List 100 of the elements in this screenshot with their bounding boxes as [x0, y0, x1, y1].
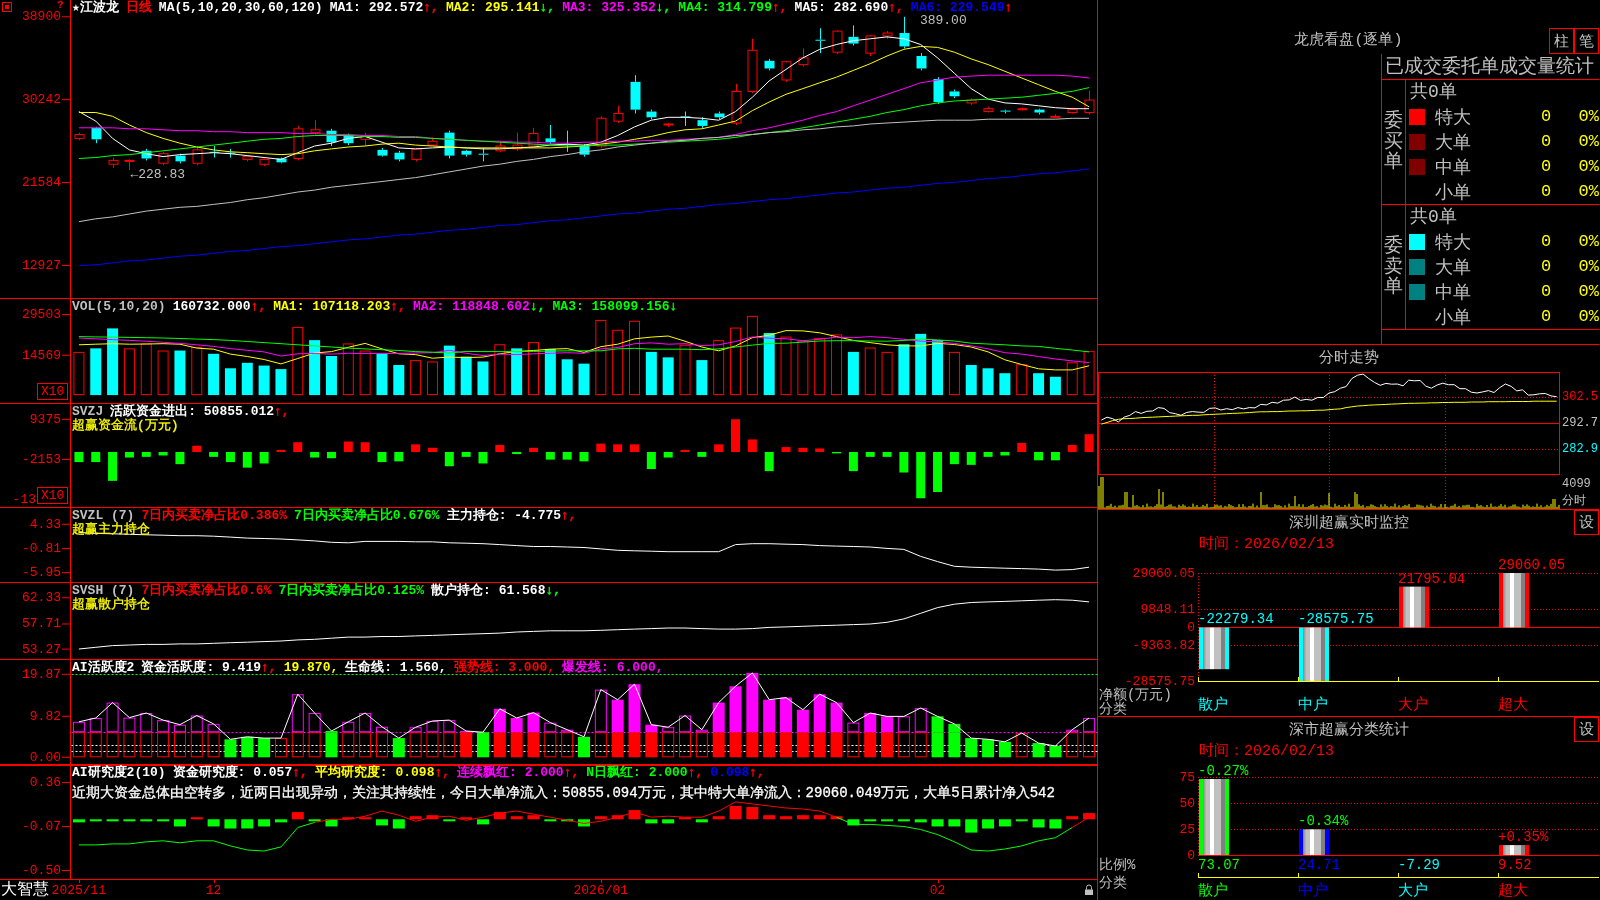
legend-text: 爆发线: 6.000, — [562, 661, 664, 675]
trend-arrow: ↓, — [529, 300, 546, 314]
legend-text: 7日内买卖净占比0.676% — [294, 509, 440, 523]
data-label: 29060.05 — [1498, 557, 1566, 573]
change-label: +0.35% — [1498, 829, 1549, 846]
app-logo: 大智慧 — [0, 880, 49, 900]
trend-arrow: ↓, — [539, 1, 556, 15]
axis-tick-label: 14569 — [22, 347, 61, 363]
axis-tick-label: 29503 — [22, 306, 61, 322]
legend-text: 主力持仓: -4.775 — [446, 509, 562, 523]
data-label: 24.71 — [1298, 857, 1340, 873]
change-label: -0.27% — [1198, 763, 1249, 779]
legend-text: 0.098 — [710, 766, 750, 780]
legend-text: 强势线: 3.000, — [453, 661, 556, 675]
axis-tick-label: 62.33 — [22, 590, 61, 606]
legend-text: 连续飘红: 2.000 — [457, 766, 564, 780]
axis-tick-label: 0 — [1187, 619, 1195, 635]
trend-arrow: ↑, — [888, 1, 904, 15]
legend-text: AI研究度2(10) — [72, 766, 166, 780]
legend-text: 生命线: 1.560, — [345, 661, 447, 675]
axis-tick-label: -0.81 — [22, 540, 61, 556]
order-percent: 0% — [1577, 157, 1599, 176]
legend-text: MA1: 292.572 — [329, 1, 424, 15]
axis-tick-label: 30242 — [22, 92, 61, 108]
order-percent: 0% — [1577, 282, 1599, 301]
axis-tick-label: 4.33 — [29, 516, 61, 532]
data-label: -22279.34 — [1198, 611, 1274, 628]
legend-text: MA3: 158099.156 — [552, 300, 670, 314]
trend-arrow: ↑, — [561, 509, 577, 523]
section-title: 深圳超赢实时监控 — [1288, 513, 1409, 532]
trend-arrow: ↑, — [261, 661, 277, 675]
trend-arrow: ↑, — [250, 300, 267, 314]
legend-text: MA5: 282.690 — [794, 1, 889, 15]
axis-tick-label: -9363.82 — [1132, 637, 1195, 653]
analysis-text: 近期大资金总体由空转多，近两日出现异动，关注其持续性，今日大单净流入：50855.094万元，其中特大单净流入：29060.049万元，大单5日累计净入542 — [72, 786, 1055, 801]
order-total: 共0单 — [1409, 81, 1458, 104]
trend-arrow: ↑, — [749, 766, 765, 780]
price-annotation: 389.00 — [919, 13, 967, 29]
axis-title: 净额(万元) — [1099, 687, 1172, 703]
order-count: 0 — [1539, 107, 1553, 126]
axis-tick-label: 12927 — [22, 257, 61, 273]
order-size-label: 中单 — [1435, 156, 1472, 179]
unit-label: X10 — [37, 383, 69, 400]
legend-text: 散户持仓: 61.568 — [431, 584, 546, 598]
legend-text: 7日内买卖净占比0.386% — [141, 509, 288, 523]
category-label: 中户 — [1298, 696, 1328, 714]
legend-text: SVZL (7) — [72, 509, 135, 523]
order-count: 0 — [1539, 282, 1553, 301]
axis-tick-label: -2153 — [22, 451, 61, 467]
trend-arrow: ↓, — [545, 584, 562, 598]
trend-arrow: ↑, — [274, 405, 290, 419]
order-count: 0 — [1539, 307, 1553, 326]
legend-text: 7日内买卖净占比0.6% — [141, 584, 272, 598]
order-count: 0 — [1539, 132, 1553, 151]
legend-text: 活跃资金进出: 50855.012 — [110, 405, 275, 419]
legend-text: MA3: 325.352 — [562, 1, 656, 15]
unit-label: X10 — [37, 487, 69, 504]
group-label: 委买单 — [1384, 110, 1403, 174]
axis-tick-label: 9848.11 — [1140, 601, 1195, 617]
period-label: 分时 — [1562, 494, 1586, 508]
order-percent: 0% — [1577, 307, 1599, 326]
legend-text: ★江波龙 — [72, 1, 119, 15]
order-size-label: 大单 — [1435, 131, 1472, 154]
data-label: -7.29 — [1398, 857, 1440, 873]
legend-text: MA4: 314.799 — [678, 1, 772, 15]
trend-arrow: ↑, — [423, 1, 439, 15]
order-percent: 0% — [1577, 182, 1599, 201]
date-label: 2025/11 — [51, 882, 107, 900]
order-percent: 0% — [1577, 232, 1599, 251]
group-label: 委卖单 — [1384, 235, 1403, 299]
legend-text: 19.870, — [283, 661, 339, 675]
trend-arrow: ↑, — [772, 1, 788, 15]
legend-text: MA2: 118848.602 — [412, 300, 530, 314]
data-label: 21795.04 — [1398, 570, 1466, 587]
order-count: 0 — [1539, 232, 1553, 251]
axis-tick-label: 38900 — [22, 9, 61, 25]
axis-tick-label: 0 — [1187, 847, 1195, 863]
legend-text: MA(5,10,20,30,60,120) — [158, 1, 323, 15]
data-label: 73.07 — [1198, 857, 1240, 873]
axis-title: 分类 — [1099, 875, 1127, 891]
order-size-label: 特大 — [1435, 106, 1472, 129]
trend-arrow: ↑ — [1004, 1, 1013, 15]
date-label: 12 — [205, 882, 222, 900]
legend-text: 160732.000 — [172, 300, 251, 314]
order-count: 0 — [1539, 182, 1553, 201]
date-label: 2026/01 — [573, 882, 629, 900]
axis-title: 比例% — [1099, 857, 1136, 873]
legend-text: AI活跃度2 — [72, 661, 135, 675]
section-title: 分时走势 — [1317, 348, 1380, 369]
axis-tick-label: 0.36 — [29, 774, 61, 790]
legend-text: N日飘红: 2.000 — [586, 766, 688, 780]
axis-tick-label: 57.71 — [22, 616, 61, 632]
order-count: 0 — [1539, 157, 1553, 176]
section-title: 深市超赢分类统计 — [1288, 720, 1409, 739]
trend-arrow: ↑, — [390, 300, 406, 314]
order-size-label: 小单 — [1435, 306, 1472, 329]
axis-tick-label: 282.9 — [1562, 442, 1598, 457]
date-label: 02 — [929, 882, 946, 900]
legend-text: SVSH (7) — [72, 584, 135, 598]
axis-tick-label: 53.27 — [22, 641, 61, 657]
